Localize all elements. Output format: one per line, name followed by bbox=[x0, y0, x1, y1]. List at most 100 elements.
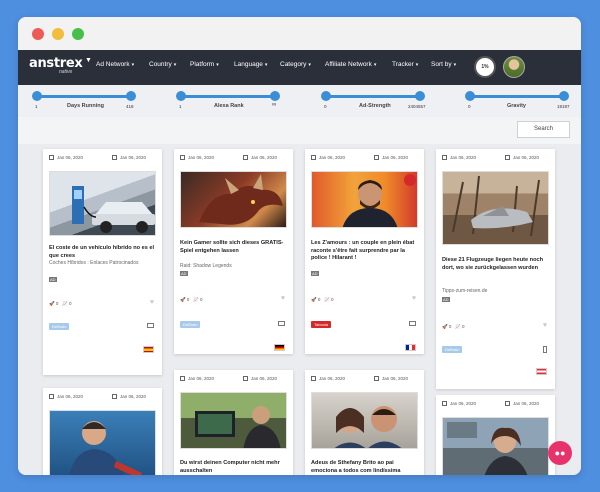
slider-track bbox=[469, 95, 565, 98]
nav-ad-network[interactable]: Ad Network ▾ bbox=[96, 61, 134, 68]
ad-card[interactable]: Jan 06, 2020 Jan 06, 2020 El coste de un… bbox=[43, 149, 162, 375]
minimize-window-button[interactable] bbox=[52, 28, 64, 40]
ad-thumbnail[interactable] bbox=[442, 171, 549, 245]
close-window-button[interactable] bbox=[32, 28, 44, 40]
first-seen-date: Jan 06, 2020 bbox=[180, 376, 214, 381]
ad-title[interactable]: Diese 21 Flugzeuge liegen heute noch dor… bbox=[442, 257, 550, 272]
at-flag-icon bbox=[536, 368, 547, 375]
slider-handle-max[interactable] bbox=[559, 91, 569, 101]
ad-title[interactable]: Les Z'amours : un couple en plein ébat r… bbox=[311, 240, 419, 263]
rocket-icon: 🚀 bbox=[442, 324, 448, 329]
slider-handle-max[interactable] bbox=[270, 91, 280, 101]
slider-gravity[interactable]: 0 Gravity 19197 bbox=[465, 85, 577, 117]
anstrex-logo[interactable]: anstrex ▼ native bbox=[29, 54, 92, 75]
ad-card[interactable]: Jan 06, 2020 Jan 06, 2020 Adeus de Sthef… bbox=[305, 370, 424, 475]
heart-icon[interactable]: ♥ bbox=[281, 295, 285, 302]
fr-flag-icon bbox=[405, 344, 416, 351]
first-seen-date: Jan 06, 2020 bbox=[311, 376, 345, 381]
slider-handle-max[interactable] bbox=[126, 91, 136, 101]
ad-thumbnail[interactable] bbox=[49, 410, 156, 475]
nav-affiliate-network[interactable]: Affiliate Network ▾ bbox=[325, 61, 376, 68]
ad-card[interactable]: Jan 06, 2020 Jan 06, 2020 Du wirst deine… bbox=[174, 370, 293, 475]
desktop-icon bbox=[278, 321, 285, 326]
slider-track bbox=[325, 95, 421, 98]
slider-ad-strength[interactable]: 0 Ad-Strength 2404557 bbox=[321, 85, 436, 117]
ad-title[interactable]: Kein Gamer sollte sich dieses GRATIS-Spi… bbox=[180, 240, 288, 255]
ad-thumbnail[interactable] bbox=[180, 392, 287, 449]
nav-sort-by[interactable]: Sort by ▾ bbox=[431, 61, 456, 68]
nav-country[interactable]: Country ▾ bbox=[149, 61, 176, 68]
ad-title[interactable]: Adeus de Sthefany Brito ao pai emociona … bbox=[311, 460, 419, 475]
slider-alexa-rank[interactable]: 1 Alexa Rank ∞ bbox=[176, 85, 286, 117]
calendar-icon bbox=[243, 155, 248, 160]
ad-card[interactable]: Jan 06, 2020 Jan 06, 2020 bbox=[43, 388, 162, 475]
card-dates: Jan 06, 2020 Jan 06, 2020 bbox=[442, 401, 548, 409]
ad-source: Tipps-zum-reisen.de bbox=[442, 288, 488, 294]
ad-thumbnail[interactable] bbox=[49, 171, 156, 236]
ad-stats: 🚀 0 📈 0 bbox=[180, 297, 203, 302]
calendar-icon bbox=[49, 155, 54, 160]
usage-counter[interactable]: 1% bbox=[474, 56, 496, 78]
chevron-down-icon: ▼ bbox=[85, 57, 92, 64]
chat-bubble-icon: ●● bbox=[554, 448, 566, 458]
nav-tracker[interactable]: Tracker ▾ bbox=[392, 61, 418, 68]
first-seen-date: Jan 06, 2020 bbox=[442, 401, 476, 406]
plane-wreck-icon bbox=[452, 175, 540, 237]
ad-title[interactable]: El coste de un vehículo híbrido no es el… bbox=[49, 245, 157, 260]
network-badge: DeBrain bbox=[180, 321, 201, 328]
ad-card[interactable]: Jan 06, 2020 Jan 06, 2020 Les Z'amours :… bbox=[305, 149, 424, 354]
ad-card[interactable]: Jan 06, 2020 Jan 06, 2020 bbox=[436, 395, 555, 475]
ad-label: AD bbox=[180, 271, 188, 276]
ad-card[interactable]: Jan 06, 2020 Jan 06, 2020 Diese 21 Flugz… bbox=[436, 149, 555, 389]
slider-days-running[interactable]: 1 Days Running 418 bbox=[32, 85, 142, 117]
tv-host-icon bbox=[342, 174, 416, 227]
search-button[interactable]: Search bbox=[517, 121, 570, 138]
calendar-icon bbox=[374, 155, 379, 160]
calendar-icon bbox=[442, 155, 447, 160]
car-charging-icon bbox=[72, 186, 155, 233]
maximize-window-button[interactable] bbox=[72, 28, 84, 40]
couple-selfie-icon bbox=[334, 406, 402, 448]
slider-handle-max[interactable] bbox=[415, 91, 425, 101]
slider-track bbox=[36, 95, 132, 98]
nav-language[interactable]: Language ▾ bbox=[234, 61, 267, 68]
slider-handle-min[interactable] bbox=[32, 91, 42, 101]
slider-max-value: 418 bbox=[126, 104, 134, 109]
calendar-icon bbox=[442, 401, 447, 406]
slider-handle-min[interactable] bbox=[176, 91, 186, 101]
slider-handle-min[interactable] bbox=[465, 91, 475, 101]
ad-title[interactable]: Du wirst deinen Computer nicht mehr auss… bbox=[180, 460, 288, 475]
nav-platform[interactable]: Platform ▾ bbox=[190, 61, 219, 68]
ad-source: Coches Híbridos : Enlaces Patrocinados bbox=[49, 260, 139, 266]
es-flag-icon bbox=[143, 346, 154, 353]
trend-icon: 📈 bbox=[193, 297, 199, 302]
ad-stats: 🚀 0 📈 0 bbox=[311, 297, 334, 302]
last-seen-date: Jan 06, 2020 bbox=[243, 155, 277, 160]
network-badge: DeBrain bbox=[442, 346, 463, 353]
calendar-icon bbox=[505, 401, 510, 406]
first-seen-date: Jan 06, 2020 bbox=[180, 155, 214, 160]
ad-thumbnail[interactable] bbox=[442, 417, 549, 475]
network-badge: Taboola bbox=[311, 321, 332, 328]
ad-thumbnail[interactable] bbox=[311, 171, 418, 228]
slider-track bbox=[180, 95, 276, 98]
chevron-down-icon: ▾ bbox=[173, 62, 177, 68]
user-avatar[interactable] bbox=[503, 56, 525, 78]
heart-icon[interactable]: ♥ bbox=[543, 322, 547, 329]
ad-thumbnail[interactable] bbox=[180, 171, 287, 228]
slider-handle-min[interactable] bbox=[321, 91, 331, 101]
heart-icon[interactable]: ♥ bbox=[412, 295, 416, 302]
nav-category[interactable]: Category ▾ bbox=[280, 61, 311, 68]
first-seen-date: Jan 06, 2020 bbox=[49, 155, 83, 160]
last-seen-date: Jan 06, 2020 bbox=[112, 394, 146, 399]
chevron-down-icon: ▾ bbox=[453, 62, 457, 68]
first-seen-date: Jan 06, 2020 bbox=[49, 394, 83, 399]
top-navbar: anstrex ▼ native Ad Network ▾ Country ▾ Pl… bbox=[18, 50, 581, 85]
calendar-icon bbox=[311, 376, 316, 381]
ad-card[interactable]: Jan 06, 2020 Jan 06, 2020 Kein Gamer sol… bbox=[174, 149, 293, 354]
slider-title: Ad-Strength bbox=[359, 103, 391, 109]
chat-button[interactable]: ●● bbox=[548, 441, 572, 465]
heart-icon[interactable]: ♥ bbox=[150, 299, 154, 306]
ad-thumbnail[interactable] bbox=[311, 392, 418, 449]
ad-label: AD bbox=[442, 297, 450, 302]
